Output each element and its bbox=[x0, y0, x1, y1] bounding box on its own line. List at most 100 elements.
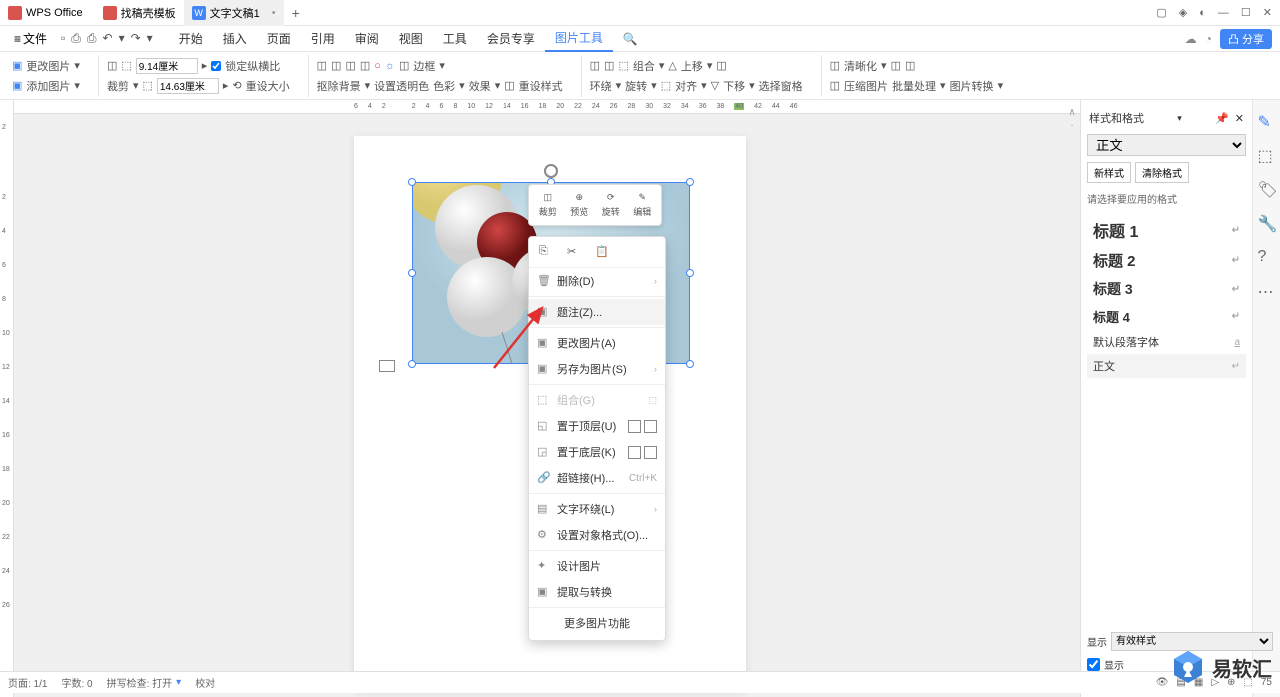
style-heading3[interactable]: 标题 3↵ bbox=[1087, 275, 1246, 303]
paste-icon[interactable]: 📋 bbox=[595, 245, 611, 261]
batch-button[interactable]: 批量处理 bbox=[892, 78, 936, 94]
view-eye-icon[interactable]: 👁 bbox=[1156, 677, 1169, 688]
sb-words[interactable]: 字数: 0 bbox=[61, 675, 92, 690]
resize-handle-ml[interactable] bbox=[408, 269, 416, 277]
reset-style-icon[interactable]: ◫ bbox=[504, 79, 514, 92]
ftb-edit[interactable]: ✎编辑 bbox=[633, 192, 651, 218]
menu-picture-tools[interactable]: 图片工具 bbox=[545, 26, 613, 52]
clarify-icon[interactable]: ◫ bbox=[830, 59, 840, 72]
sb-proof[interactable]: 校对 bbox=[195, 675, 215, 690]
select-pane-icon[interactable]: ◫ bbox=[716, 59, 726, 72]
up-icon[interactable]: △ bbox=[668, 59, 676, 72]
cm-send-back[interactable]: ◲置于底层(K) bbox=[529, 439, 665, 465]
add-picture-button[interactable]: ▣ 添加图片 ▾ bbox=[12, 77, 80, 95]
sb-spell[interactable]: 拼写检查: 打开 bbox=[107, 675, 173, 690]
crop-icon[interactable]: ◫ bbox=[107, 59, 117, 72]
ftb-rotate[interactable]: ⟳旋转 bbox=[602, 192, 620, 218]
menu-start[interactable]: 开始 bbox=[169, 30, 213, 47]
window-multi-icon[interactable]: ▢ bbox=[1156, 6, 1166, 19]
menu-insert[interactable]: 插入 bbox=[213, 30, 257, 47]
cm-hyperlink[interactable]: 🔗超链接(H)...Ctrl+K bbox=[529, 465, 665, 491]
height-input[interactable] bbox=[157, 78, 219, 94]
redo-icon[interactable]: ↷ bbox=[131, 31, 141, 46]
ftb-preview[interactable]: ⊕预览 bbox=[570, 192, 588, 218]
file-menu[interactable]: ≡ 文件 bbox=[8, 30, 53, 47]
resize-handle-br[interactable] bbox=[686, 360, 694, 368]
show-preview-checkbox[interactable] bbox=[1087, 658, 1100, 671]
style-heading2[interactable]: 标题 2↵ bbox=[1087, 246, 1246, 275]
rail-select-icon[interactable]: ⬚ bbox=[1258, 146, 1276, 164]
rail-more-icon[interactable]: ⋯ bbox=[1258, 282, 1276, 300]
maximize-icon[interactable]: ☐ bbox=[1241, 6, 1251, 19]
resize-handle-mr[interactable] bbox=[686, 269, 694, 277]
rail-help-icon[interactable]: ? bbox=[1258, 248, 1276, 266]
undo-dropdown-icon[interactable]: ▾ bbox=[119, 31, 125, 46]
compress-icon[interactable]: ◫ bbox=[830, 79, 840, 92]
rail-style-icon[interactable]: 🏷 bbox=[1258, 180, 1276, 198]
down-icon[interactable]: ▽ bbox=[711, 79, 719, 92]
border-button[interactable]: 边框 bbox=[413, 58, 435, 74]
avatar-icon[interactable]: ◐ bbox=[1199, 7, 1206, 19]
effect-button[interactable]: 效果 bbox=[469, 78, 491, 94]
close-window-icon[interactable]: ✕ bbox=[1263, 6, 1272, 19]
resize-handle-tl[interactable] bbox=[408, 178, 416, 186]
new-tab-button[interactable]: + bbox=[284, 0, 308, 26]
rail-format-icon[interactable]: ✎ bbox=[1258, 112, 1276, 130]
convert-button[interactable]: 图片转换 bbox=[950, 78, 994, 94]
layout-options-button[interactable] bbox=[379, 360, 395, 372]
menu-reference[interactable]: 引用 bbox=[301, 30, 345, 47]
reset-size-button[interactable]: 重设大小 bbox=[246, 78, 290, 94]
resize-handle-bl[interactable] bbox=[408, 360, 416, 368]
cm-bring-front[interactable]: ◱置于顶层(U) bbox=[529, 413, 665, 439]
color-button[interactable]: 色彩 bbox=[433, 78, 455, 94]
undo-icon[interactable]: ↶ bbox=[103, 31, 113, 46]
style-default-font[interactable]: 默认段落字体a bbox=[1087, 330, 1246, 354]
cube-icon[interactable]: ◈ bbox=[1179, 6, 1187, 19]
style-heading1[interactable]: 标题 1↵ bbox=[1087, 214, 1246, 246]
current-style-select[interactable]: 正文 bbox=[1087, 134, 1246, 156]
menu-tools[interactable]: 工具 bbox=[433, 30, 477, 47]
cloud-icon[interactable]: ☁ bbox=[1185, 32, 1197, 46]
print-preview-icon[interactable]: ⎙ bbox=[71, 31, 81, 46]
new-style-button[interactable]: 新样式 bbox=[1087, 162, 1131, 183]
cm-save-as[interactable]: ▣另存为图片(S)› bbox=[529, 356, 665, 382]
group-icon[interactable]: ⬚ bbox=[618, 59, 628, 72]
copy-icon[interactable]: ⎘ bbox=[539, 245, 555, 261]
menu-page[interactable]: 页面 bbox=[257, 30, 301, 47]
cm-change-pic[interactable]: ▣更改图片(A) bbox=[529, 330, 665, 356]
save-icon[interactable]: ▫ bbox=[61, 31, 65, 46]
clear-format-button[interactable]: 清除格式 bbox=[1135, 162, 1189, 183]
remove-bg-button[interactable]: 抠除背景 bbox=[317, 78, 361, 94]
transparent-button[interactable]: 设置透明色 bbox=[374, 78, 429, 94]
rotate-button[interactable]: 旋转 bbox=[625, 78, 647, 94]
close-panel-icon[interactable]: ✕ bbox=[1235, 113, 1244, 125]
redo-dropdown-icon[interactable]: ▾ bbox=[147, 31, 153, 46]
cm-delete[interactable]: 🗑删除(D)› bbox=[529, 268, 665, 294]
sb-page[interactable]: 页面: 1/1 bbox=[8, 675, 47, 690]
tab-document[interactable]: W 文字文稿1 • bbox=[184, 0, 284, 26]
rail-tool-icon[interactable]: 🔧 bbox=[1258, 214, 1276, 232]
menu-view[interactable]: 视图 bbox=[389, 30, 433, 47]
share-button[interactable]: 凸 分享 bbox=[1220, 29, 1272, 49]
crop-button[interactable]: 裁剪 bbox=[107, 78, 129, 94]
select-pane-button[interactable]: 选择窗格 bbox=[759, 78, 803, 94]
menu-review[interactable]: 审阅 bbox=[345, 30, 389, 47]
style-heading4[interactable]: 标题 4↵ bbox=[1087, 303, 1246, 330]
cut-icon[interactable]: ✂ bbox=[567, 245, 583, 261]
pin-icon[interactable]: 📌 bbox=[1215, 113, 1229, 125]
width-input[interactable] bbox=[136, 58, 198, 74]
notif-icon[interactable]: ◔ bbox=[1205, 32, 1212, 46]
tab-templates[interactable]: 找稿壳模板 bbox=[95, 0, 184, 26]
minimize-icon[interactable]: — bbox=[1218, 7, 1229, 19]
style-body[interactable]: 正文↵ bbox=[1087, 354, 1246, 378]
print-icon[interactable]: ⎙ bbox=[87, 31, 97, 46]
resize-handle-tr[interactable] bbox=[686, 178, 694, 186]
cm-extract[interactable]: ▣提取与转换 bbox=[529, 579, 665, 605]
wrap-button[interactable]: 环绕 bbox=[590, 78, 612, 94]
rotate-handle[interactable] bbox=[544, 164, 558, 178]
search-icon[interactable]: 🔍 bbox=[613, 32, 648, 46]
align-icon[interactable]: ⬚ bbox=[661, 79, 671, 92]
cm-text-wrap[interactable]: ▤文字环绕(L)› bbox=[529, 496, 665, 522]
close-tab-icon[interactable]: • bbox=[272, 7, 276, 19]
cm-more[interactable]: 更多图片功能 bbox=[529, 610, 665, 636]
